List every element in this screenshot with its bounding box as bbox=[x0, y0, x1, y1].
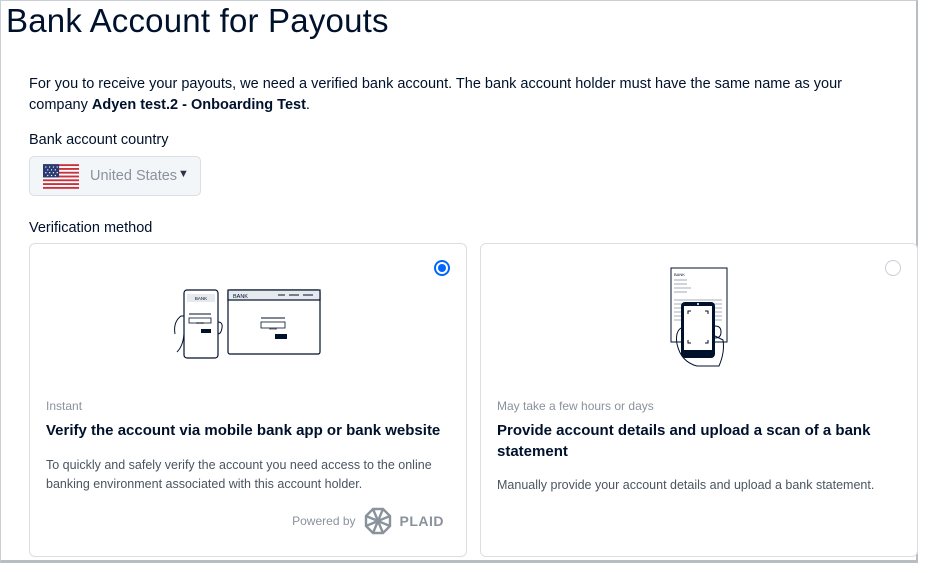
plaid-logo-icon bbox=[364, 507, 391, 535]
option-title: Provide account details and upload a sca… bbox=[497, 422, 871, 460]
caret-down-icon: ▼ bbox=[178, 168, 189, 180]
statement-bank-text: BANK bbox=[674, 272, 685, 277]
option-eyebrow: Instant bbox=[46, 399, 83, 413]
intro-end: . bbox=[305, 97, 310, 113]
radio-manual[interactable] bbox=[885, 260, 901, 276]
country-label: Bank account country bbox=[29, 132, 169, 148]
powered-by-plaid: Powered by PLAID bbox=[292, 507, 444, 535]
bank-statement-scan-illustration-icon: BANK bbox=[670, 267, 728, 367]
browser-pin-text: **** bbox=[269, 328, 277, 334]
page-title: Bank Account for Payouts bbox=[6, 2, 389, 39]
option-eyebrow: May take a few hours or days bbox=[497, 399, 654, 413]
verification-method-label: Verification method bbox=[29, 220, 153, 236]
option-title: Verify the account via mobile bank app o… bbox=[46, 422, 441, 439]
radio-instant[interactable] bbox=[434, 260, 450, 276]
phone-bank-text: BANK bbox=[195, 296, 207, 301]
country-select[interactable]: United States ▼ bbox=[29, 156, 201, 196]
country-value: United States bbox=[90, 168, 178, 184]
company-name: Adyen test.2 - Onboarding Test bbox=[91, 97, 306, 113]
option-description: Manually provide your account details an… bbox=[497, 478, 875, 492]
powered-by-text: Powered by bbox=[292, 514, 356, 528]
bank-app-illustration-icon: BANK **** BANK **** bbox=[174, 289, 321, 359]
option-description: To quickly and safely verify the account… bbox=[46, 458, 432, 491]
plaid-wordmark: PLAID bbox=[399, 513, 444, 529]
phone-pin-text: **** bbox=[196, 322, 204, 328]
intro-text: For you to receive your payouts, we need… bbox=[29, 74, 889, 116]
verification-option-instant[interactable]: BANK **** BANK **** Instant Verify the a… bbox=[29, 243, 467, 557]
us-flag-icon bbox=[43, 164, 79, 189]
verification-option-manual[interactable]: BANK May take a few hours or days Provid… bbox=[480, 243, 918, 557]
page-frame: Bank Account for Payouts For you to rece… bbox=[0, 0, 918, 563]
browser-bank-text: BANK bbox=[233, 294, 248, 300]
